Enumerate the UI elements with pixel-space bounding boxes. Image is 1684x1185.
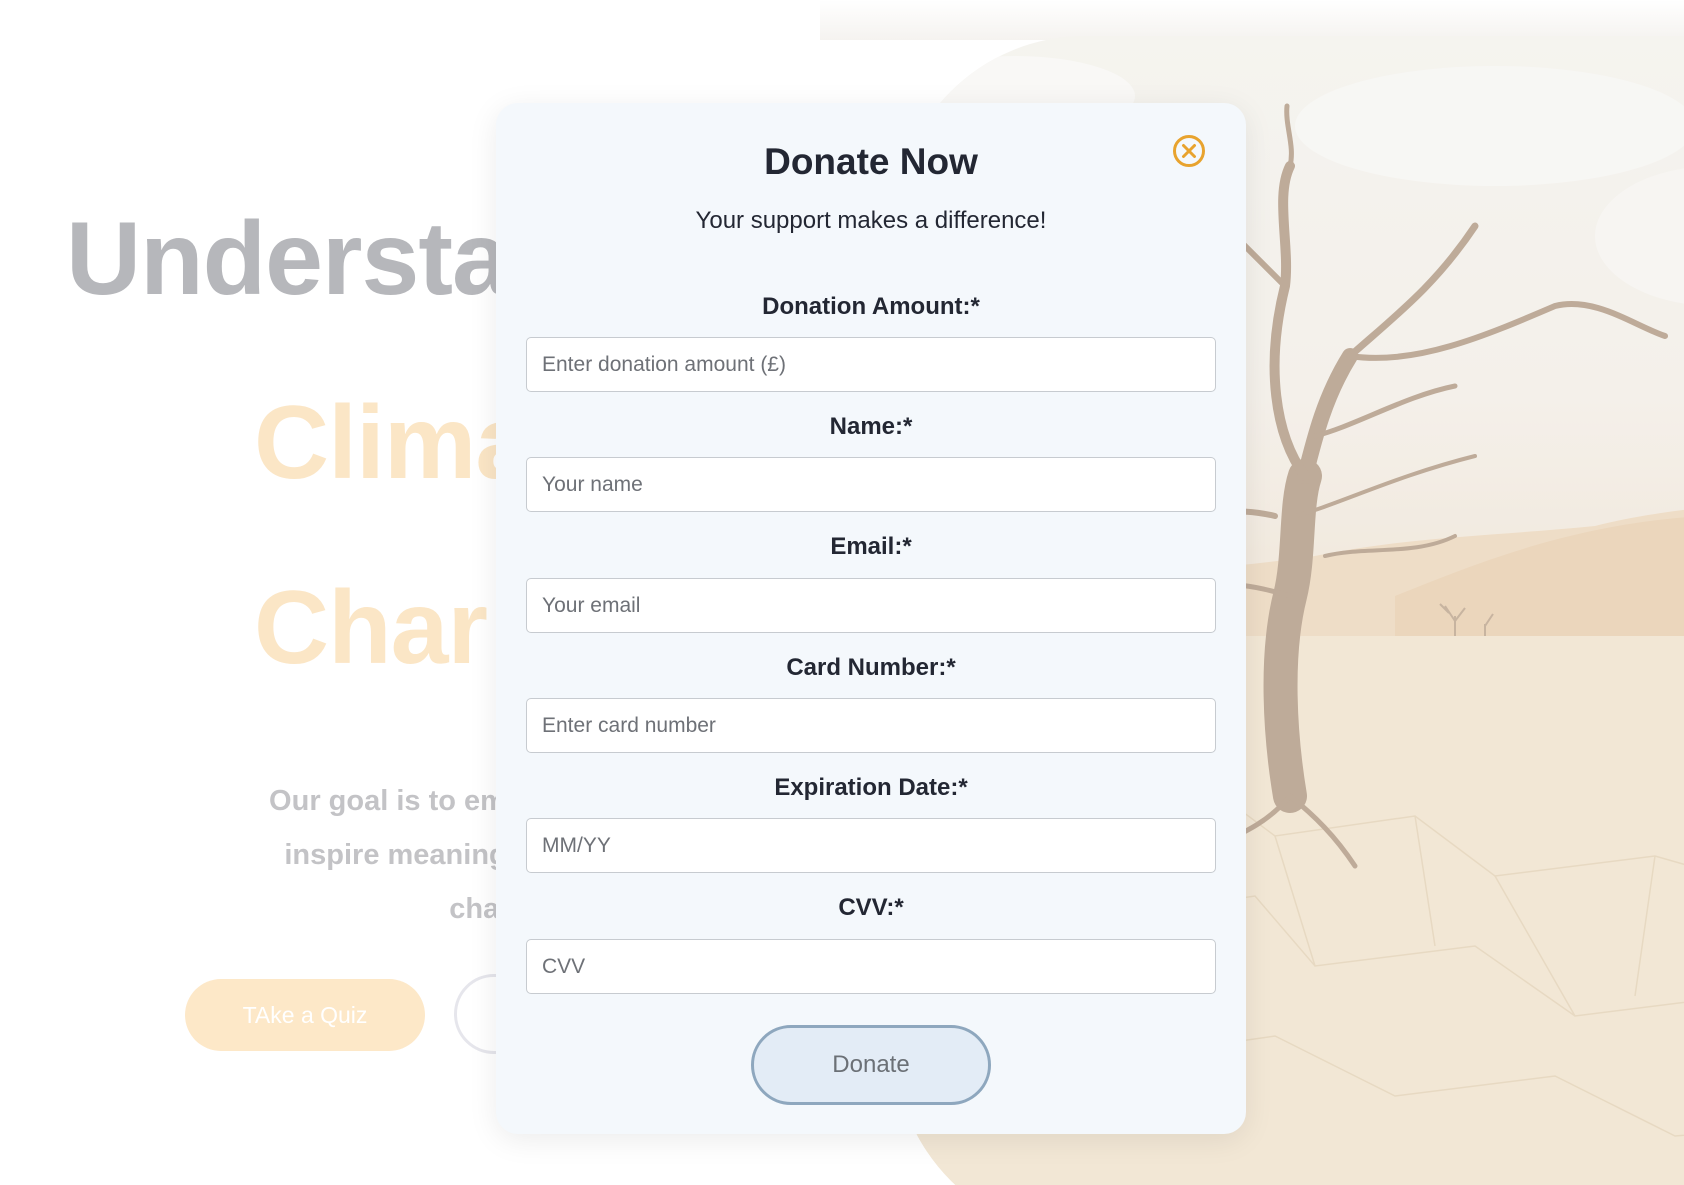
hero-title-line3: Char [254, 570, 488, 686]
name-input[interactable] [526, 457, 1216, 512]
hero-title-line2: Clima [254, 385, 533, 501]
donate-button[interactable]: Donate [751, 1025, 991, 1105]
cvv-label: CVV:* [838, 894, 904, 921]
expiration-date-label: Expiration Date:* [774, 774, 968, 801]
page: Understa Clima Char Our goal is to empow… [0, 0, 1684, 1185]
top-strip [820, 0, 1684, 40]
card-number-input[interactable] [526, 698, 1216, 753]
donation-amount-label: Donation Amount:* [762, 293, 980, 320]
modal-subtitle: Your support makes a difference! [695, 207, 1047, 234]
email-input[interactable] [526, 578, 1216, 633]
modal-title: Donate Now [764, 141, 978, 182]
cvv-input[interactable] [526, 939, 1216, 994]
hero-title-line1: Understa [66, 201, 510, 317]
take-quiz-button[interactable]: TAke a Quiz [185, 979, 425, 1051]
card-number-label: Card Number:* [786, 654, 956, 681]
email-label: Email:* [830, 533, 912, 560]
donate-modal: Donate Now Your support makes a differen… [496, 103, 1246, 1134]
name-label: Name:* [829, 413, 913, 440]
expiration-date-input[interactable] [526, 818, 1216, 873]
donation-amount-input[interactable] [526, 337, 1216, 392]
